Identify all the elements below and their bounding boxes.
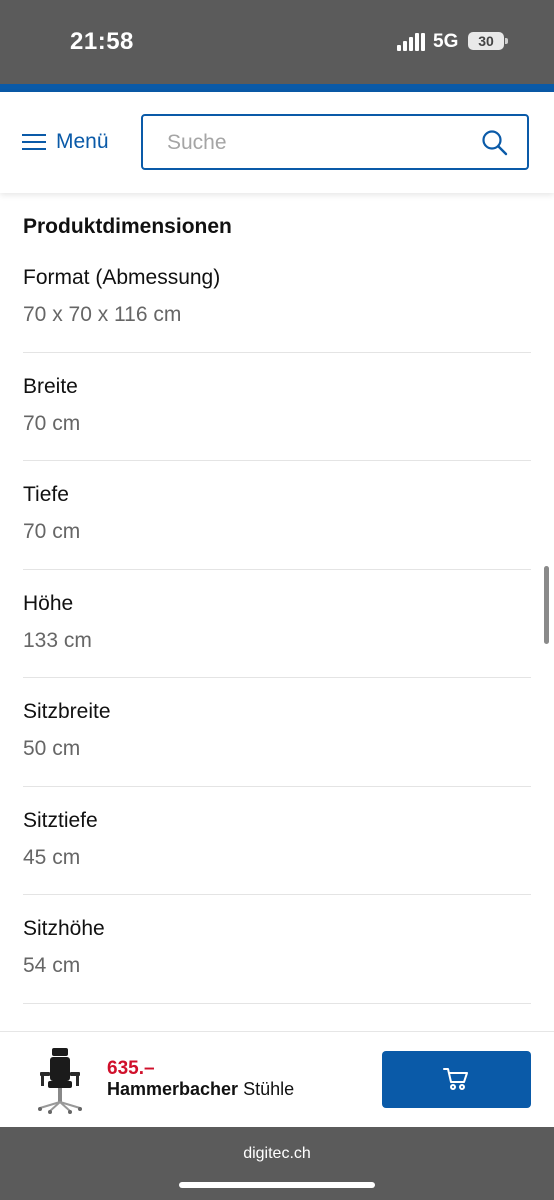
divider (23, 352, 531, 353)
spec-name: Sitztiefe (23, 809, 98, 832)
search-input[interactable] (165, 128, 469, 158)
spec-value: 70 x 70 x 116 cm (23, 303, 182, 326)
spec-value: 70 cm (23, 412, 81, 435)
brand-accent-line (0, 84, 554, 92)
office-chair-image[interactable] (34, 1046, 86, 1114)
battery-icon: 30 (468, 32, 504, 50)
spec-row-sitztiefe: Sitztiefe 45 cm (23, 809, 531, 895)
product-price: 635.– (107, 1058, 155, 1079)
spec-value: 50 cm (23, 737, 81, 760)
hamburger-icon (22, 134, 46, 150)
divider (23, 460, 531, 461)
sticky-product-bar: 635.– Hammerbacher Stühle (0, 1031, 554, 1128)
spec-value: 70 cm (23, 520, 81, 543)
product-category: Stühle (243, 1079, 295, 1099)
battery-tip (505, 38, 508, 44)
spec-row-sitzhoehe: Sitzhöhe 54 cm (23, 917, 531, 1004)
divider (23, 569, 531, 570)
spec-value: 45 cm (23, 846, 81, 869)
spec-row-breite: Breite 70 cm (23, 375, 531, 461)
spec-value: 133 cm (23, 629, 92, 652)
product-name[interactable]: Hammerbacher Stühle (107, 1079, 294, 1100)
search-box[interactable] (141, 114, 529, 170)
spec-name: Sitzhöhe (23, 917, 105, 940)
search-icon[interactable] (481, 129, 509, 157)
product-brand: Hammerbacher (107, 1079, 239, 1099)
network-type: 5G (433, 31, 459, 52)
browser-domain[interactable]: digitec.ch (0, 1145, 554, 1163)
spec-name: Format (Abmessung) (23, 266, 221, 289)
scrollbar-thumb[interactable] (544, 566, 549, 644)
spec-name: Höhe (23, 592, 74, 615)
status-bar: 21:58 5G 30 (0, 0, 554, 84)
divider (23, 786, 531, 787)
home-indicator[interactable] (179, 1182, 375, 1188)
status-time: 21:58 (70, 28, 134, 55)
browser-address-bar[interactable]: digitec.ch (0, 1127, 554, 1200)
cellular-signal-icon (397, 33, 425, 51)
product-dimensions-section: Produktdimensionen Format (Abmessung) 70… (0, 193, 554, 1031)
site-header: Menü (0, 92, 554, 193)
spec-row-hoehe: Höhe 133 cm (23, 592, 531, 678)
menu-label: Menü (56, 130, 109, 153)
battery-level: 30 (478, 33, 494, 49)
spec-row-tiefe: Tiefe 70 cm (23, 483, 531, 570)
divider (23, 1003, 531, 1004)
spec-row-sitzbreite: Sitzbreite 50 cm (23, 700, 531, 787)
divider (23, 894, 531, 895)
spec-value: 54 cm (23, 954, 81, 977)
spec-name: Breite (23, 375, 78, 398)
add-to-cart-button[interactable] (382, 1051, 531, 1108)
menu-button[interactable]: Menü (22, 126, 109, 158)
cart-icon (443, 1068, 468, 1090)
spec-name: Tiefe (23, 483, 69, 506)
section-title: Produktdimensionen (23, 215, 232, 238)
divider (23, 677, 531, 678)
spec-name: Sitzbreite (23, 700, 111, 723)
spec-row-format: Format (Abmessung) 70 x 70 x 116 cm (23, 266, 531, 353)
